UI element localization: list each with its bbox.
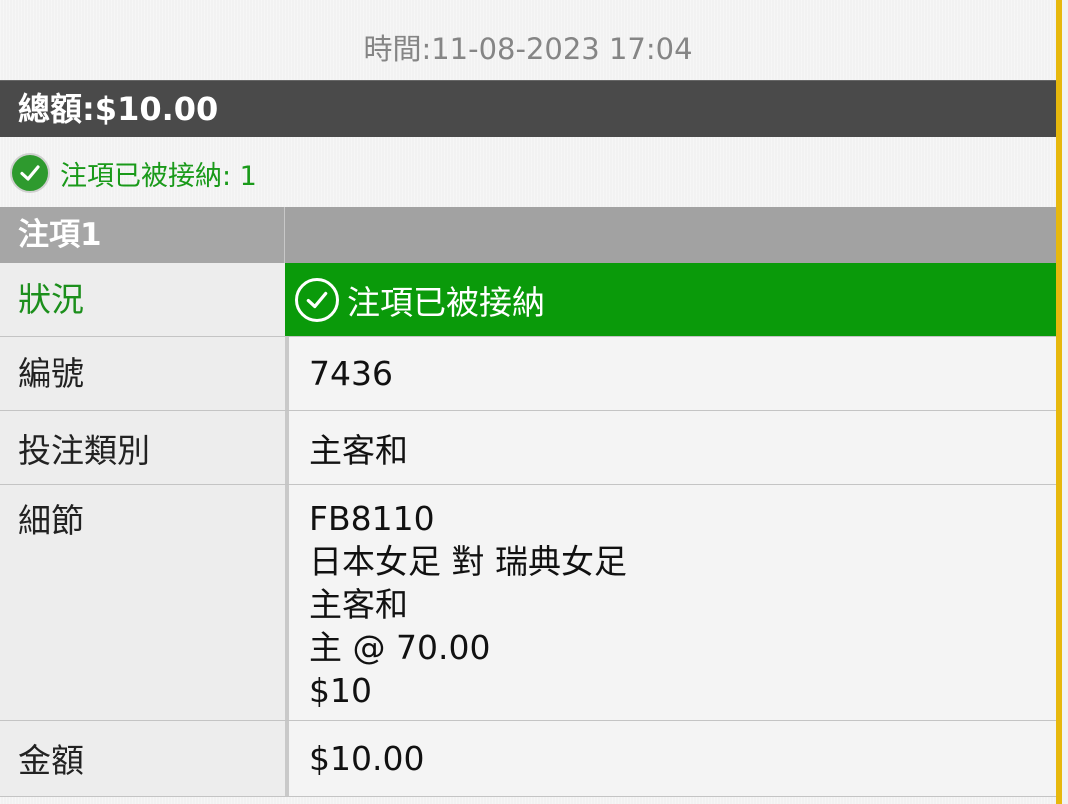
bet-slip-panel: 時間:11-08-2023 17:04 總額:$10.00 注項已被接納: 1 … bbox=[0, 0, 1056, 804]
timestamp: 時間:11-08-2023 17:04 bbox=[363, 32, 693, 66]
amount-value: $10.00 bbox=[285, 721, 1056, 796]
check-circle-icon bbox=[10, 153, 50, 193]
accepted-summary-text: 注項已被接納: 1 bbox=[60, 160, 257, 192]
detail-line-match: 日本女足 對 瑞典女足 bbox=[309, 542, 627, 581]
details-row: 細節 FB8110 日本女足 對 瑞典女足 主客和 主 @ 70.00 $10 bbox=[0, 485, 1056, 721]
detail-line-selection-odds: 主 @ 70.00 bbox=[309, 628, 491, 667]
status-row: 狀況 注項已被接納 bbox=[0, 263, 1056, 337]
number-row: 編號 7436 bbox=[0, 337, 1056, 411]
check-circle-icon bbox=[295, 277, 339, 322]
scrollbar-thumb[interactable] bbox=[1056, 0, 1062, 804]
bet-type-row: 投注類別 主客和 bbox=[0, 411, 1056, 485]
status-value: 注項已被接納 bbox=[285, 263, 1056, 336]
number-label: 編號 bbox=[0, 337, 285, 410]
amount-label: 金額 bbox=[0, 721, 285, 796]
detail-line-stake: $10 bbox=[309, 671, 372, 710]
accepted-summary: 注項已被接納: 1 bbox=[10, 150, 257, 196]
detail-line-event-code: FB8110 bbox=[309, 499, 435, 538]
amount-row: 金額 $10.00 bbox=[0, 721, 1056, 797]
bet-type-label: 投注類別 bbox=[0, 411, 285, 484]
bet-title: 注項1 bbox=[0, 207, 285, 263]
bet-type-value: 主客和 bbox=[285, 411, 1056, 484]
number-value: 7436 bbox=[285, 337, 1056, 410]
details-value: FB8110 日本女足 對 瑞典女足 主客和 主 @ 70.00 $10 bbox=[285, 485, 1056, 720]
detail-line-pool: 主客和 bbox=[309, 585, 408, 624]
details-label: 細節 bbox=[0, 485, 285, 720]
status-label: 狀況 bbox=[0, 263, 285, 336]
total-amount-bar: 總額:$10.00 bbox=[0, 80, 1056, 137]
status-value-text: 注項已被接納 bbox=[347, 282, 545, 322]
bet-header: 注項1 bbox=[0, 207, 1056, 263]
